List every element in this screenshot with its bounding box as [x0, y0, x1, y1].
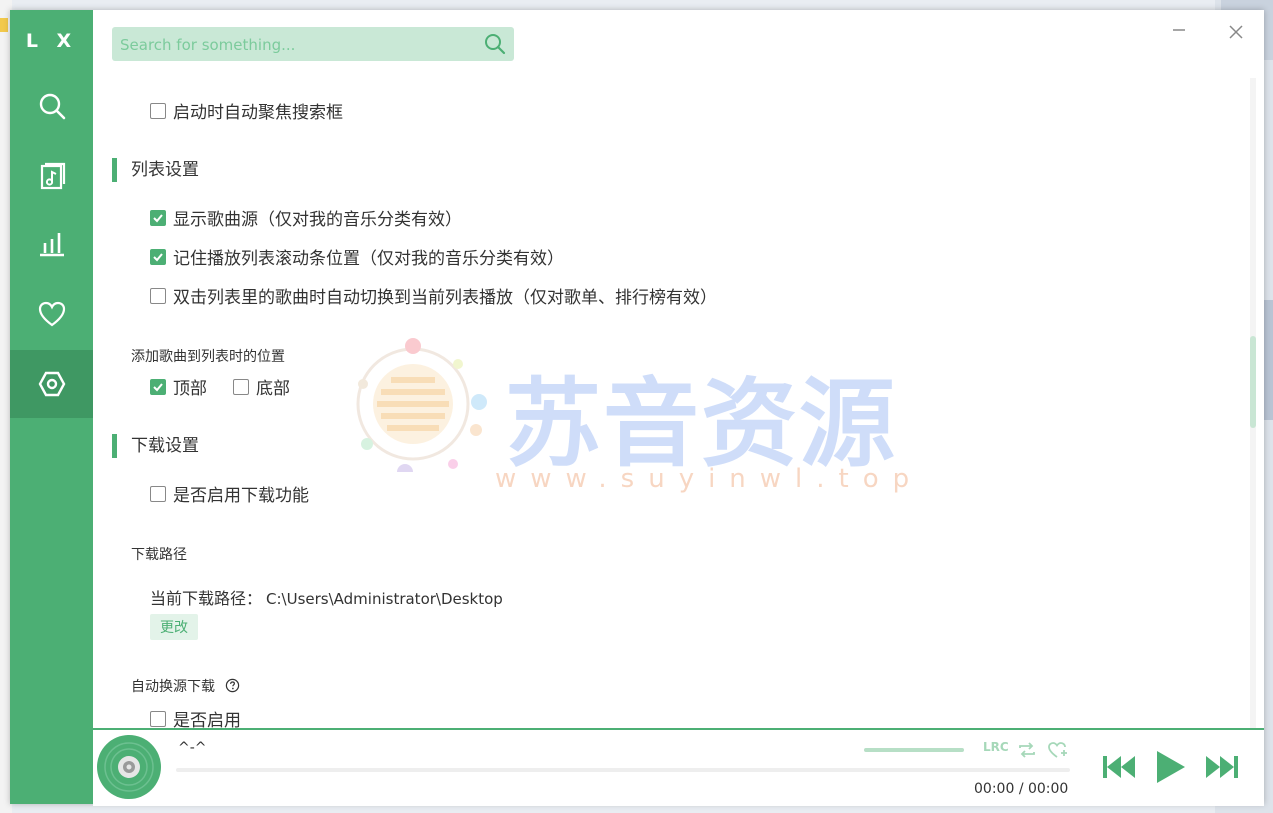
search-input[interactable]: [118, 27, 472, 63]
scrollbar-thumb[interactable]: [1250, 336, 1256, 428]
setting-label: 是否启用: [173, 711, 241, 728]
setting-enable-download[interactable]: 是否启用下载功能: [150, 481, 309, 506]
lyric-button[interactable]: LRC: [983, 740, 1009, 760]
setting-autofocus-search[interactable]: 启动时自动聚焦搜索框: [150, 98, 343, 123]
section-title-list: 列表设置: [112, 158, 199, 182]
checkbox[interactable]: [150, 102, 166, 119]
radio-top[interactable]: 顶部: [150, 374, 207, 399]
app-logo: L X: [25, 30, 78, 52]
check-icon: [153, 252, 163, 261]
auto-switch-title: 自动换源下载: [131, 676, 240, 696]
setting-auto-switch-enable[interactable]: 是否启用: [150, 706, 241, 728]
setting-label: 是否启用下载功能: [173, 486, 309, 506]
checkbox[interactable]: [150, 287, 166, 304]
progress-bar[interactable]: [176, 768, 1070, 772]
checkbox[interactable]: [150, 710, 166, 727]
player-bar: ^-^ LRC 00:00 / 00:00: [93, 728, 1264, 806]
desktop-folder-strip: [0, 18, 8, 32]
check-icon: [153, 382, 163, 391]
checkbox[interactable]: [233, 378, 249, 395]
add-position-title: 添加歌曲到列表时的位置: [131, 349, 285, 365]
time-display: 00:00 / 00:00: [974, 781, 1068, 797]
check-icon: [153, 213, 163, 222]
time-current: 00:00: [974, 781, 1015, 797]
checkbox-checked[interactable]: [150, 248, 166, 265]
music-file-icon: [40, 162, 65, 190]
setting-label: 记住播放列表滚动条位置（仅对我的音乐分类有效）: [173, 249, 564, 269]
play-icon[interactable]: [1153, 748, 1187, 786]
setting-remember-scroll[interactable]: 记住播放列表滚动条位置（仅对我的音乐分类有效）: [150, 244, 564, 269]
volume-slider[interactable]: [864, 748, 964, 752]
time-total: 00:00: [1027, 781, 1069, 797]
setting-label: 启动时自动聚焦搜索框: [173, 103, 343, 123]
setting-label: 显示歌曲源（仅对我的音乐分类有效）: [173, 210, 462, 230]
sidebar-item-my-music[interactable]: [10, 280, 93, 348]
search-bar: [112, 27, 514, 63]
app-window: L X 启动时自动聚焦搜索框 列: [10, 10, 1264, 806]
settings-content: 启动时自动聚焦搜索框 列表设置 显示歌曲源（仅对我的音乐分类有效） 记住播放列表…: [93, 80, 1243, 728]
help-icon[interactable]: [225, 678, 240, 693]
checkbox-checked[interactable]: [150, 209, 166, 226]
song-title: ^-^: [178, 740, 207, 756]
change-path-button[interactable]: 更改: [150, 614, 198, 640]
minimize-icon[interactable]: [1169, 22, 1189, 42]
sidebar-item-settings[interactable]: [10, 350, 93, 418]
setting-dblclick-switch[interactable]: 双击列表里的歌曲时自动切换到当前列表播放（仅对歌单、排行榜有效）: [150, 283, 717, 308]
current-download-path: 当前下载路径： C:\Users\Administrator\Desktop: [150, 585, 503, 609]
search-icon[interactable]: [484, 33, 506, 55]
setting-label: 双击列表里的歌曲时自动切换到当前列表播放（仅对歌单、排行榜有效）: [173, 288, 717, 308]
search-icon: [39, 93, 65, 120]
checkbox-checked[interactable]: [150, 378, 166, 395]
auto-switch-label: 自动换源下载: [131, 679, 215, 695]
previous-track-icon[interactable]: [1101, 752, 1137, 782]
path-value: C:\Users\Administrator\Desktop: [266, 590, 503, 608]
repeat-icon[interactable]: [1017, 740, 1037, 760]
path-label: 当前下载路径：: [150, 589, 263, 608]
checkbox[interactable]: [150, 485, 166, 502]
download-path-title: 下载路径: [131, 547, 187, 563]
favorite-add-icon[interactable]: [1047, 740, 1069, 760]
main-panel: 启动时自动聚焦搜索框 列表设置 显示歌曲源（仅对我的音乐分类有效） 记住播放列表…: [93, 10, 1264, 806]
sidebar-item-search[interactable]: [10, 72, 93, 140]
option-label: 顶部: [173, 379, 207, 399]
hexagon-settings-icon: [38, 371, 65, 397]
close-icon[interactable]: [1226, 22, 1246, 42]
option-label: 底部: [256, 379, 290, 399]
sidebar-item-leaderboard[interactable]: [10, 210, 93, 278]
next-track-icon[interactable]: [1204, 752, 1240, 782]
sidebar-item-songlist[interactable]: [10, 142, 93, 210]
setting-show-source[interactable]: 显示歌曲源（仅对我的音乐分类有效）: [150, 205, 462, 230]
radio-bottom[interactable]: 底部: [233, 374, 290, 399]
time-separator: /: [1018, 781, 1024, 797]
album-disc-icon[interactable]: [96, 734, 162, 800]
heart-icon: [38, 301, 65, 327]
sidebar: L X: [10, 10, 93, 804]
section-title-download: 下载设置: [112, 434, 199, 458]
bar-chart-icon: [39, 233, 64, 257]
